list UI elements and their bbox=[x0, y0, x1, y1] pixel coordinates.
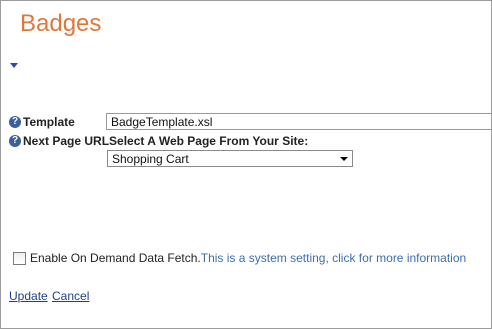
system-setting-info-link[interactable]: This is a system setting, click for more… bbox=[201, 251, 466, 265]
help-icon[interactable]: ? bbox=[9, 135, 21, 147]
dropdown-arrow-icon bbox=[340, 157, 348, 161]
next-page-selected-value: Shopping Cart bbox=[112, 152, 189, 166]
select-page-prompt: Select A Web Page From Your Site: bbox=[109, 134, 309, 148]
on-demand-label-text: Enable On Demand Data Fetch. bbox=[30, 251, 201, 265]
template-label: Template bbox=[23, 115, 75, 129]
next-page-url-label-text: Next Page URL bbox=[23, 134, 110, 148]
on-demand-checkbox[interactable] bbox=[13, 252, 26, 265]
page-title: Badges bbox=[20, 10, 102, 37]
help-icon[interactable]: ? bbox=[9, 116, 21, 128]
on-demand-label: Enable On Demand Data Fetch.This is a sy… bbox=[30, 251, 466, 265]
template-input[interactable]: BadgeTemplate.xsl bbox=[106, 113, 491, 130]
next-page-url-label: Next Page URLSelect A Web Page From Your… bbox=[23, 134, 308, 148]
cancel-link[interactable]: Cancel bbox=[52, 289, 89, 303]
next-page-select[interactable]: Shopping Cart bbox=[107, 150, 353, 167]
content-frame: Badges ? Template BadgeTemplate.xsl ? Ne… bbox=[0, 0, 492, 329]
chevron-down-icon[interactable] bbox=[10, 63, 18, 68]
update-link[interactable]: Update bbox=[9, 289, 48, 303]
